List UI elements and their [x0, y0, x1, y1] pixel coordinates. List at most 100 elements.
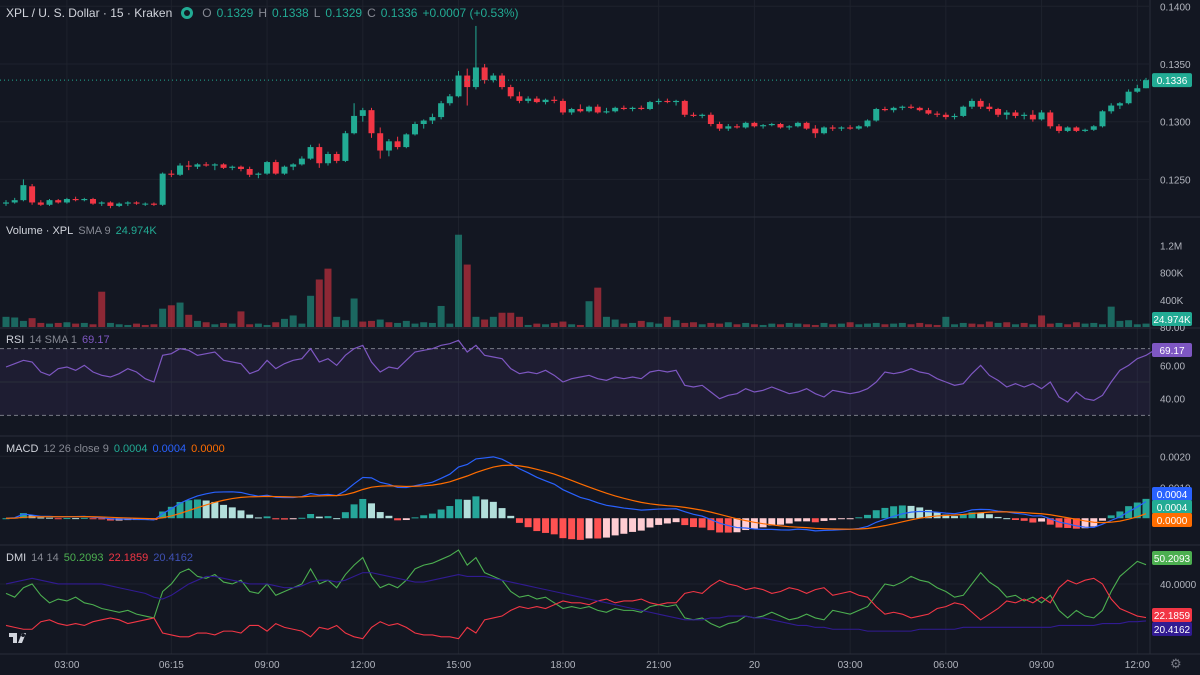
- candle-body: [986, 106, 993, 109]
- candle-body: [594, 106, 601, 113]
- candle-body: [368, 110, 375, 134]
- volume-bar: [376, 319, 384, 327]
- dmi-minus-badge: 22.1859: [1154, 611, 1191, 622]
- macd-histogram-bar: [1011, 518, 1019, 520]
- volume-bar: [1133, 324, 1141, 327]
- macd-histogram-bar: [515, 518, 523, 523]
- volume-bar: [463, 264, 471, 327]
- candle-body: [264, 162, 271, 174]
- time-axis-tick-label: 21:00: [646, 660, 671, 671]
- volume-bar: [37, 322, 45, 327]
- candle-body: [1029, 114, 1036, 120]
- dmi-adx-badge: 20.4162: [1154, 625, 1191, 636]
- macd-histogram-bar: [63, 518, 71, 520]
- macd-histogram-bar: [394, 518, 402, 521]
- dmi-params: 14 14: [31, 552, 59, 564]
- volume-bar: [54, 322, 62, 327]
- candle-body: [333, 154, 340, 161]
- volume-bar: [498, 312, 506, 327]
- macd-histogram-bar: [280, 518, 288, 520]
- volume-bar: [1020, 322, 1028, 327]
- volume-bar: [489, 316, 497, 327]
- macd-histogram-bar: [898, 505, 906, 519]
- volume-bar: [324, 268, 332, 327]
- candle-body: [995, 109, 1002, 115]
- macd-histogram-bar: [446, 506, 454, 519]
- candle-body: [29, 186, 36, 203]
- macd-legend[interactable]: MACD 12 26 close 9 0.0004 0.0004 0.0000: [6, 443, 225, 455]
- candle-body: [725, 126, 732, 129]
- macd-histogram-bar: [1107, 515, 1115, 519]
- volume-sma-badge: 24.974K: [1153, 315, 1191, 326]
- volume-bar: [933, 324, 941, 327]
- candle-body: [1055, 126, 1062, 131]
- volume-bar: [1055, 322, 1063, 327]
- macd-hist-badge: 0.0004: [1157, 503, 1188, 514]
- candle-body: [307, 147, 314, 159]
- candle-body: [1047, 112, 1054, 127]
- macd-histogram-bar: [777, 518, 785, 525]
- candle-body: [829, 127, 836, 129]
- dmi-legend[interactable]: DMI 14 14 50.2093 22.1859 20.4162: [6, 552, 193, 564]
- candle-body: [412, 124, 419, 135]
- candle-body: [446, 96, 453, 104]
- volume-bar: [254, 323, 262, 327]
- volume-bar: [350, 298, 358, 327]
- macd-signal-line: [5, 464, 1147, 530]
- candle-body: [803, 122, 810, 129]
- volume-bar: [89, 324, 97, 327]
- low-value: 0.1329: [325, 6, 363, 20]
- market-status-icon: [181, 7, 194, 19]
- candle-body: [908, 106, 915, 108]
- volume-bar: [951, 324, 959, 327]
- volume-bar: [63, 322, 71, 327]
- rsi-legend[interactable]: RSI 14 SMA 1 69.17: [6, 334, 110, 346]
- volume-bar: [359, 321, 367, 327]
- macd-histogram-bar: [420, 515, 428, 519]
- rsi-axis-tick-label: 60.00: [1160, 361, 1185, 372]
- macd-histogram-bar: [803, 518, 811, 522]
- dmi-plus-badge: 50.2093: [1154, 554, 1191, 565]
- candle-body: [612, 107, 619, 112]
- volume-bar: [759, 324, 767, 327]
- candle-body: [742, 122, 749, 128]
- candle-body: [81, 199, 88, 201]
- candle-body: [46, 200, 53, 205]
- macd-histogram-bar: [498, 508, 506, 519]
- candle-body: [899, 106, 906, 108]
- volume-bar: [385, 322, 393, 327]
- volume-bar: [307, 295, 315, 327]
- volume-bar: [333, 316, 341, 327]
- volume-bar: [942, 316, 950, 327]
- macd-histogram-bar: [202, 500, 210, 519]
- volume-bar: [733, 324, 741, 327]
- volume-bar: [367, 320, 375, 327]
- candle-body: [481, 67, 488, 81]
- macd-histogram-bar: [481, 499, 489, 519]
- volume-bar: [280, 318, 288, 327]
- macd-histogram-bar: [594, 518, 602, 539]
- candle-body: [1082, 129, 1089, 131]
- volume-legend[interactable]: Volume · XPL SMA 9 24.974K: [6, 225, 157, 237]
- gear-icon[interactable]: ⚙: [1170, 656, 1182, 672]
- volume-bar: [185, 314, 193, 327]
- candle-body: [673, 100, 680, 103]
- macd-histogram-bar: [489, 501, 497, 519]
- candle-body: [934, 113, 941, 115]
- volume-bar: [289, 315, 297, 327]
- chart-canvas[interactable]: 0.1400 0.1350 0.1300 0.1250 0.1336 1.2M 800K 40…: [0, 0, 1200, 675]
- tradingview-logo-icon[interactable]: [8, 630, 30, 646]
- candle-body: [1108, 105, 1115, 112]
- macd-histogram-bar: [307, 514, 315, 519]
- open-value: 0.1329: [216, 6, 254, 20]
- volume-bar: [1142, 323, 1150, 327]
- candle-body: [960, 106, 967, 116]
- candle-body: [281, 166, 288, 174]
- volume-bar: [106, 322, 114, 327]
- volume-bar: [28, 318, 36, 327]
- rsi-value-badge: 69.17: [1159, 346, 1184, 357]
- macd-histogram-bar: [672, 518, 680, 523]
- macd-histogram-bar: [411, 517, 419, 519]
- candle-body: [646, 102, 653, 109]
- volume-bar: [1107, 306, 1115, 327]
